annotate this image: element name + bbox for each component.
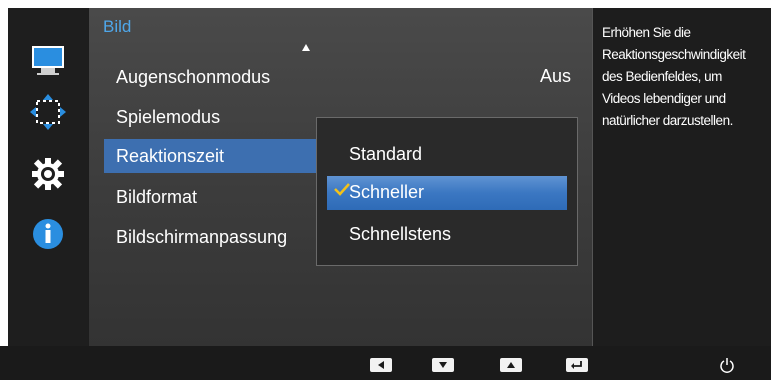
menu-item-label: Spielemodus (116, 107, 221, 127)
up-arrow-icon[interactable] (500, 358, 522, 372)
dropdown-option-schneller[interactable]: Schneller (349, 182, 424, 203)
scroll-up-indicator (302, 44, 310, 51)
help-text: Erhöhen Sie die Reaktionsgeschwindigkeit… (602, 25, 746, 128)
menu-item-value: Aus (539, 66, 571, 86)
monitor-icon[interactable] (28, 40, 68, 80)
enter-icon[interactable] (566, 358, 588, 372)
move-arrows-icon[interactable] (28, 92, 68, 132)
dropdown-option-standard[interactable]: Standard (349, 144, 422, 165)
menu-item-spielemodus[interactable]: Spielemodus (104, 100, 220, 134)
menu-title: Bild (103, 17, 132, 36)
menu-item-label: Augenschonmodus (116, 67, 271, 87)
gear-icon[interactable] (28, 154, 68, 194)
menu-item-label: Bildformat (116, 187, 198, 207)
menu-item-label: Bildschirmanpassung (116, 227, 288, 247)
reaktionszeit-dropdown: Standard Schneller Schnellstens (316, 117, 578, 266)
menu-item-bildschirmanpassung[interactable]: Bildschirmanpassung (104, 220, 287, 254)
left-arrow-icon[interactable] (370, 358, 392, 372)
menu-item-reaktionszeit[interactable]: Reaktionszeit (104, 139, 324, 173)
menu-item-bildformat[interactable]: Bildformat (104, 180, 197, 214)
menu-item-label: Reaktionszeit (116, 146, 225, 166)
down-arrow-icon[interactable] (432, 358, 454, 372)
info-icon[interactable] (28, 214, 68, 254)
dropdown-option-schnellstens[interactable]: Schnellstens (349, 224, 451, 245)
menu-item-augenschonmodus[interactable]: Augenschonmodus (104, 60, 270, 94)
power-icon[interactable] (718, 356, 736, 374)
